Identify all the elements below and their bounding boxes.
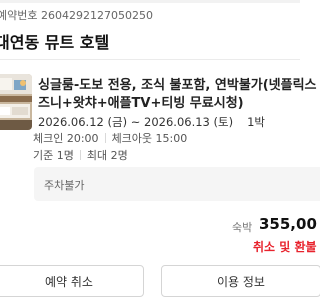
time-divider	[104, 133, 106, 143]
room-title-line1: 싱글룸-도보 전용, 조식 불포함, 연박불가(넷플릭스	[38, 78, 317, 93]
title-divider	[0, 59, 300, 60]
parking-text: 주차불가	[44, 179, 85, 192]
checkout-time: 체크아웃 15:00	[111, 132, 188, 145]
parking-info-box: 주차불가	[34, 167, 320, 201]
reservation-number: 예약번호 2604292127050250	[0, 9, 153, 22]
check-out-date: 2026.06.13 (토)	[144, 115, 234, 129]
check-times: 체크인 20:00 체크아웃 15:00	[33, 130, 187, 146]
usage-info-button[interactable]: 이용 정보	[161, 265, 320, 297]
top-divider	[0, 0, 300, 3]
cancel-reservation-button[interactable]: 예약 취소	[0, 265, 144, 297]
occupancy: 기준 1명 최대 2명	[33, 147, 128, 163]
cancel-refund-status[interactable]: 취소 및 환불	[253, 238, 317, 255]
check-in-date: 2026.06.12 (금)	[38, 115, 128, 129]
nights-count: 1박	[247, 115, 265, 129]
price-label: 숙박	[232, 221, 253, 234]
hotel-name[interactable]: 대연동 뮤트 호텔	[0, 29, 109, 53]
date-separator: ~	[127, 115, 145, 129]
checkin-time: 체크인 20:00	[33, 132, 99, 145]
occupancy-base: 기준 1명	[33, 149, 74, 162]
price-value: 355,00	[259, 215, 317, 233]
room-thumbnail[interactable]	[0, 74, 32, 130]
room-title-line2: 즈니+왓챠+애플TV+티빙 무료시청)	[38, 96, 244, 111]
occupancy-max: 최대 2명	[86, 149, 128, 162]
room-title: 싱글룸-도보 전용, 조식 불포함, 연박불가(넷플릭스 즈니+왓챠+애플TV+…	[38, 77, 317, 113]
room-photo-icon	[0, 74, 32, 130]
occupancy-divider	[79, 150, 81, 160]
stay-dates: 2026.06.12 (금) ~ 2026.06.13 (토) 1박	[38, 114, 265, 130]
